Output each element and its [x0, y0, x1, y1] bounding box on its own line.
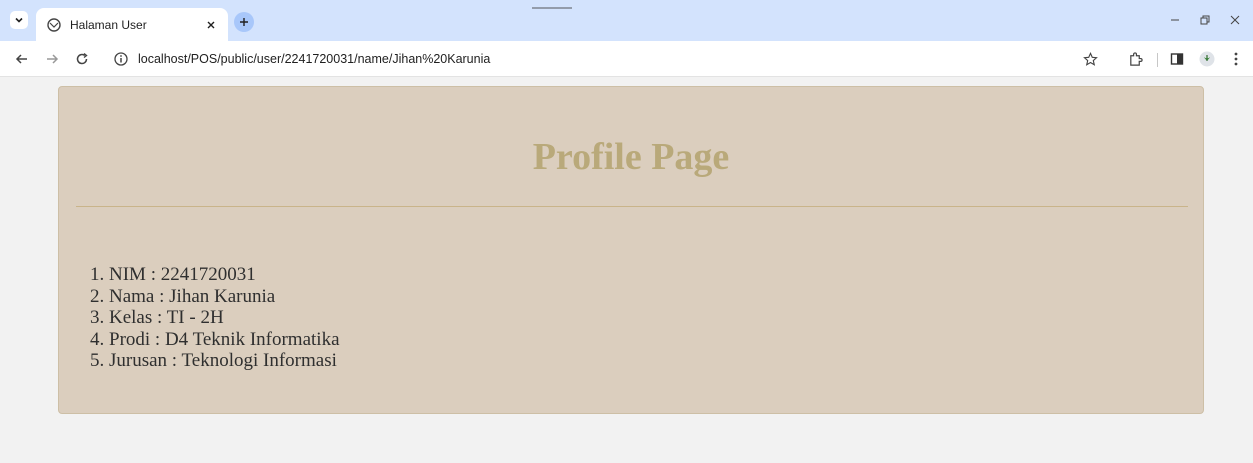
extensions-button[interactable]	[1127, 51, 1143, 67]
tab-drag-indicator	[532, 7, 572, 9]
profile-icon	[1199, 51, 1215, 67]
tab-title: Halaman User	[70, 17, 147, 32]
list-item-nama: 2. Nama : Jihan Karunia	[90, 285, 276, 307]
list-item-kelas: 3. Kelas : TI - 2H	[90, 307, 224, 328]
menu-button[interactable]	[1228, 51, 1244, 67]
reload-button[interactable]	[74, 51, 90, 67]
forward-icon	[47, 54, 59, 64]
profile-info-list: 1. NIM : 2241720031 2. Nama : Jihan Karu…	[90, 264, 340, 372]
active-tab[interactable]: Halaman User	[36, 8, 228, 41]
list-item-nim: 1. NIM : 2241720031	[90, 264, 256, 285]
reload-icon	[76, 52, 88, 65]
side-panel-button[interactable]	[1169, 51, 1185, 67]
toolbar-divider	[1157, 53, 1158, 67]
back-button[interactable]	[14, 51, 30, 67]
window-close-icon	[1230, 15, 1240, 25]
extensions-icon	[1129, 51, 1143, 66]
profile-card: Profile Page 1. NIM : 2241720031 2. Nama…	[58, 86, 1204, 414]
side-panel-icon	[1170, 53, 1184, 65]
forward-button[interactable]	[44, 51, 60, 67]
minimize-button[interactable]	[1167, 12, 1183, 28]
plus-icon	[240, 18, 248, 26]
minimize-icon	[1171, 19, 1179, 21]
profile-button[interactable]	[1199, 51, 1215, 67]
info-icon[interactable]	[112, 50, 130, 68]
new-tab-button[interactable]	[234, 12, 254, 32]
url-text: localhost/POS/public/user/2241720031/nam…	[138, 52, 491, 66]
restore-button[interactable]	[1197, 12, 1213, 28]
list-item-prodi: 4. Prodi : D4 Teknik Informatika	[90, 328, 340, 350]
tab-search-button[interactable]	[10, 11, 28, 29]
page-title: Profile Page	[532, 136, 730, 178]
chevron-down-icon	[15, 17, 23, 23]
menu-icon	[1234, 52, 1238, 66]
window-close-button[interactable]	[1227, 12, 1243, 28]
globe-icon	[46, 17, 62, 33]
divider	[76, 206, 1188, 207]
address-bar[interactable]: localhost/POS/public/user/2241720031/nam…	[104, 45, 1112, 73]
close-icon[interactable]	[204, 18, 218, 32]
star-icon[interactable]	[1082, 51, 1098, 67]
restore-icon	[1200, 15, 1210, 25]
list-item-jurusan: 5. Jurusan : Teknologi Informasi	[90, 350, 337, 371]
browser-toolbar: localhost/POS/public/user/2241720031/nam…	[0, 41, 1253, 77]
back-icon	[15, 54, 27, 64]
tab-strip: Halaman User	[0, 0, 1253, 41]
